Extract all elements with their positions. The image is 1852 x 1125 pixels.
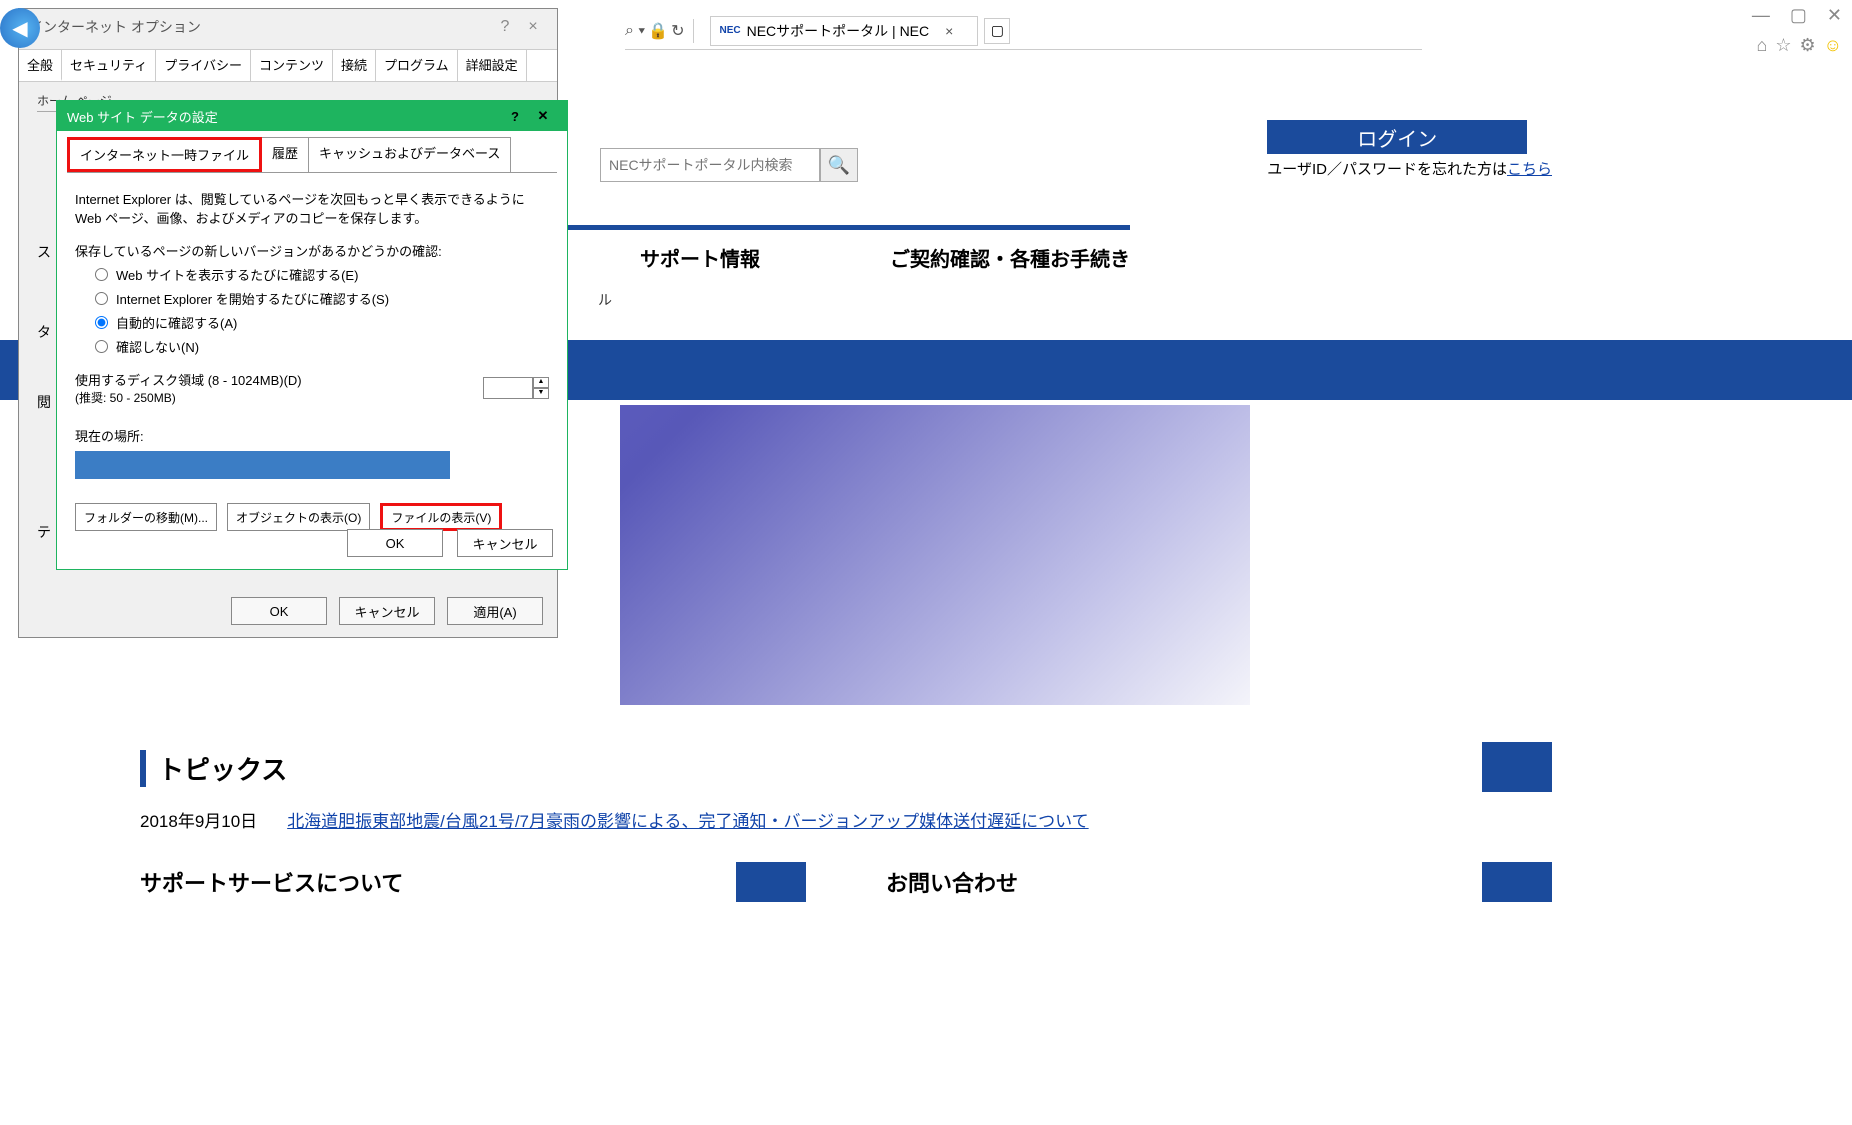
maximize-icon[interactable]: ▢ (1790, 5, 1807, 26)
nav-menu: わせ サポート情報 ご契約確認・各種お手続き (470, 225, 1130, 285)
io-ok-button[interactable]: OK (231, 597, 327, 625)
tab-privacy[interactable]: プライバシー (156, 50, 251, 81)
radio-never[interactable] (95, 340, 108, 353)
nav-item-3[interactable]: ご契約確認・各種お手続き (890, 243, 1130, 272)
dialog-title: インターネット オプション (29, 17, 201, 37)
radio-label-1: Web サイトを表示するたびに確認する(E) (116, 265, 358, 284)
view-files-button[interactable]: ファイルの表示(V) (380, 503, 502, 531)
tab-close-icon[interactable]: × (945, 23, 953, 39)
io-apply-button[interactable]: 適用(A) (447, 597, 543, 625)
spin-down-icon[interactable]: ▼ (533, 388, 549, 399)
site-search-input[interactable] (600, 148, 820, 182)
refresh-icon[interactable]: ↻ (671, 21, 684, 41)
current-location-highlight (75, 451, 450, 479)
favorites-icon[interactable]: ☆ (1775, 35, 1791, 56)
description-text: Internet Explorer は、閲覧しているページを次回もっと早く表示で… (75, 189, 549, 227)
gear-icon[interactable]: ⚙ (1799, 35, 1815, 56)
new-tab-button[interactable]: ▢ (984, 18, 1010, 44)
radio-label-4: 確認しない(N) (116, 337, 199, 356)
section-inquiry: お問い合わせ (886, 862, 1552, 902)
section-support-service: サポートサービスについて (140, 862, 806, 902)
smiley-icon[interactable]: ☺ (1824, 35, 1842, 56)
tab-connections[interactable]: 接続 (333, 50, 376, 81)
disk-space-hint: (推奨: 50 - 250MB) (75, 389, 302, 406)
tab-history[interactable]: 履歴 (262, 137, 309, 172)
radio-label-2: Internet Explorer を開始するたびに確認する(S) (116, 289, 389, 308)
dialog-title: Web サイト データの設定 (67, 107, 218, 126)
tab-content[interactable]: コンテンツ (251, 50, 333, 81)
io-cancel-button[interactable]: キャンセル (339, 597, 435, 625)
login-button[interactable]: ログイン (1267, 120, 1527, 154)
tab-advanced[interactable]: 詳細設定 (458, 50, 527, 81)
section-topics: トピックス (140, 750, 1552, 787)
nav-item-2[interactable]: サポート情報 (640, 243, 760, 272)
website-data-settings-dialog: Web サイト データの設定 ? ✕ インターネット一時ファイル 履歴 キャッシ… (56, 100, 568, 570)
tab-cache-db[interactable]: キャッシュおよびデータベース (309, 137, 511, 172)
minimize-icon[interactable]: — (1752, 5, 1770, 26)
wd-ok-button[interactable]: OK (347, 529, 443, 557)
tab-title: NECサポートポータル | NEC (747, 21, 930, 41)
radio-label-3: 自動的に確認する(A) (116, 313, 237, 332)
browser-tab[interactable]: NEC NECサポートポータル | NEC × (710, 16, 978, 46)
close-icon[interactable]: ✕ (1827, 5, 1842, 26)
view-objects-button[interactable]: オブジェクトの表示(O) (227, 503, 370, 531)
spin-up-icon[interactable]: ▲ (533, 377, 549, 388)
wd-cancel-button[interactable]: キャンセル (457, 529, 553, 557)
help-icon[interactable]: ? (491, 18, 519, 36)
check-versions-label: 保存しているページの新しいバージョンがあるかどうかの確認: (75, 241, 549, 260)
tab-temp-files[interactable]: インターネット一時ファイル (67, 137, 262, 172)
disk-space-input[interactable] (483, 377, 533, 399)
home-icon[interactable]: ⌂ (1756, 35, 1767, 56)
forgot-link[interactable]: こちら (1507, 161, 1552, 178)
close-icon[interactable]: ✕ (529, 108, 557, 124)
partial-text: ル (598, 290, 612, 310)
close-icon[interactable]: × (519, 18, 547, 36)
topics-link[interactable]: 北海道胆振東部地震/台風21号/7月豪雨の影響による、完了通知・バージョンアップ… (287, 807, 1088, 832)
tab-programs[interactable]: プログラム (376, 50, 458, 81)
radio-every-start[interactable] (95, 292, 108, 305)
topics-date: 2018年9月10日 (140, 807, 257, 832)
disk-space-label: 使用するディスク領域 (8 - 1024MB)(D) (75, 370, 302, 389)
current-location-label: 現在の場所: (75, 426, 549, 445)
search-dropdown-icon[interactable]: ⌕ ▾ (625, 22, 645, 40)
move-folder-button[interactable]: フォルダーの移動(M)... (75, 503, 217, 531)
tab-general[interactable]: 全般 (19, 50, 62, 81)
tab-favicon: NEC (719, 25, 740, 36)
tab-security[interactable]: セキュリティ (62, 50, 156, 81)
help-icon[interactable]: ? (501, 109, 529, 124)
lock-icon: 🔒 (648, 21, 668, 41)
radio-automatic[interactable] (95, 316, 108, 329)
back-button[interactable]: ◀ (0, 8, 40, 48)
tab-strip: ⌕ ▾ 🔒 ↻ NEC NECサポートポータル | NEC × ▢ (625, 12, 1422, 50)
forgot-text: ユーザID／パスワードを忘れた方はこちら (1267, 158, 1552, 179)
radio-every-visit[interactable] (95, 268, 108, 281)
site-search-button[interactable]: 🔍 (820, 148, 858, 182)
newtab-icon: ▢ (991, 22, 1004, 39)
